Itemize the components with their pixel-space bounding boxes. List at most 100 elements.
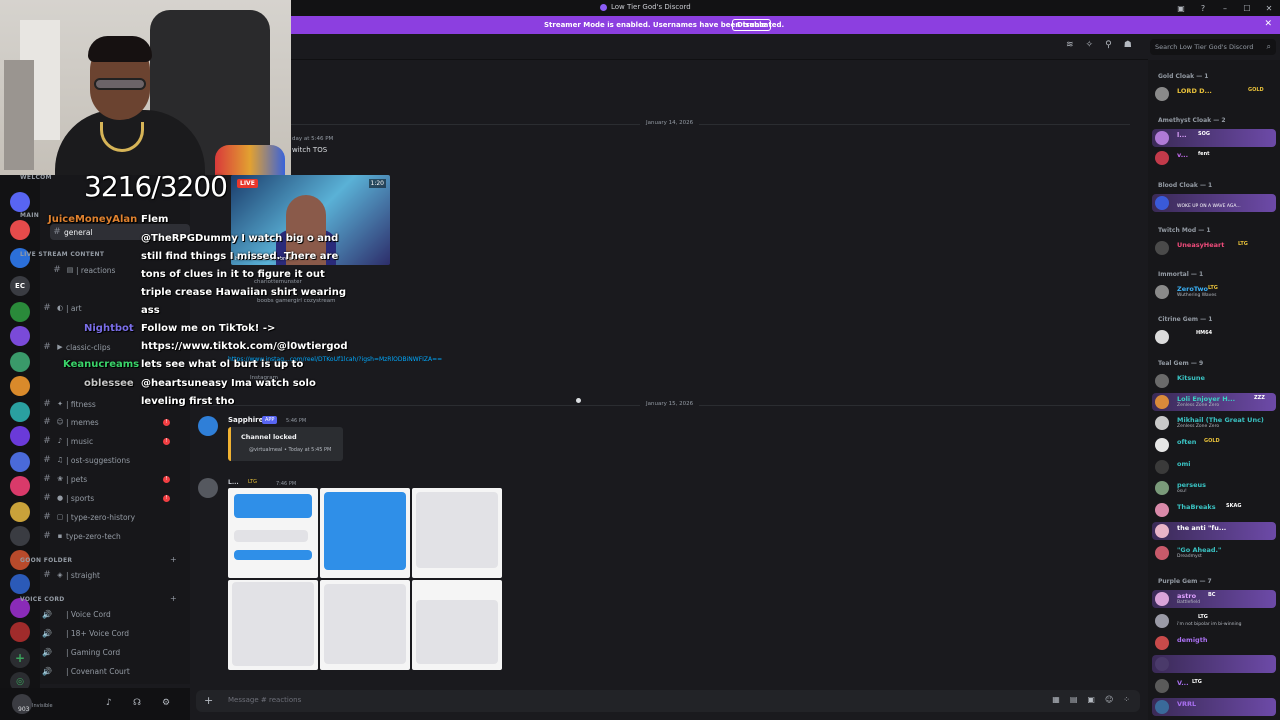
emoji-icon[interactable]: ☺	[1105, 695, 1113, 704]
member-list-icon[interactable]: ☗	[1124, 40, 1132, 50]
voice-channel-18-voice-cord[interactable]: 🔊 | 18+ Voice Cord	[40, 625, 180, 641]
gift-icon[interactable]: ▦	[1052, 695, 1060, 704]
notification-bell-icon[interactable]: ✧	[1086, 40, 1094, 50]
server-icon[interactable]	[10, 526, 30, 546]
member-item[interactable]: Mikhail (The Great Unc) Zenless Zone Zero	[1152, 414, 1276, 432]
server-icon[interactable]	[10, 376, 30, 396]
settings-gear-icon[interactable]: ⚙	[162, 698, 170, 708]
server-icon[interactable]	[10, 192, 30, 212]
server-icon[interactable]	[10, 402, 30, 422]
member-item[interactable]: Loli Enjoyer H... ZZZ Zenless Zone Zero	[1152, 393, 1276, 411]
member-name: Mikhail (The Great Unc)	[1177, 416, 1264, 424]
server-icon[interactable]	[10, 220, 30, 240]
image-gallery[interactable]	[228, 488, 504, 672]
threads-icon[interactable]: ≋	[1066, 40, 1074, 50]
member-tag: LTG	[1208, 285, 1218, 291]
add-channel-icon[interactable]: +	[170, 594, 177, 603]
category-live-stream-content[interactable]: LIVE STREAM CONTENT	[20, 251, 104, 258]
member-item[interactable]: ZeroTwo LTG Wuthering Waves	[1152, 283, 1276, 301]
avatar[interactable]	[198, 478, 218, 498]
headphones-icon[interactable]: ☊	[133, 698, 141, 708]
member-item[interactable]: v... fent	[1152, 149, 1276, 167]
avatar	[1155, 700, 1169, 714]
help-icon[interactable]: ?	[1192, 0, 1214, 16]
disable-streamer-mode-button[interactable]: Disable	[732, 19, 772, 31]
member-tag: SKAG	[1226, 503, 1242, 509]
screenshot-image[interactable]	[320, 580, 410, 670]
server-icon[interactable]	[10, 426, 30, 446]
member-item[interactable]: Kitsune	[1152, 372, 1276, 390]
member-item[interactable]: demigth	[1152, 634, 1276, 652]
add-channel-icon[interactable]: +	[170, 555, 177, 564]
apps-icon[interactable]: ⁘	[1123, 695, 1130, 704]
add-server-icon[interactable]: +	[10, 648, 30, 668]
member-item[interactable]: omi	[1152, 458, 1276, 476]
channel-type-zero-tech[interactable]: # ▪ type-zero-tech	[40, 528, 180, 544]
screenshot-image[interactable]	[320, 488, 410, 578]
member-item[interactable]: VRRL	[1152, 698, 1276, 716]
category-goon-folder[interactable]: GOON FOLDER	[20, 557, 72, 564]
voice-channel-voice-cord[interactable]: 🔊 | Voice Cord	[40, 606, 180, 622]
avatar[interactable]	[198, 416, 218, 436]
screenshot-image[interactable]	[412, 488, 502, 578]
member-item[interactable]: often GOLD	[1152, 436, 1276, 454]
server-icon[interactable]	[10, 622, 30, 642]
channel-type-zero-history[interactable]: # ▢ | type-zero-history	[40, 509, 180, 525]
member-item[interactable]: perseus osu!	[1152, 479, 1276, 497]
channel-straight[interactable]: # ◈ | straight	[40, 567, 180, 583]
screenshot-image[interactable]	[228, 488, 318, 578]
server-icon[interactable]	[10, 326, 30, 346]
search-input[interactable]: Search Low Tier God's Discord ⌕	[1150, 39, 1276, 55]
channel-label: | straight	[66, 570, 100, 580]
close-window-icon[interactable]: ✕	[1258, 0, 1280, 16]
history-icon: ▢	[56, 513, 64, 521]
server-icon[interactable]	[10, 574, 30, 594]
member-item[interactable]: LTG i'm not bipolar im bi-winning	[1152, 612, 1276, 630]
live-duration: 1:20	[368, 179, 386, 188]
member-item[interactable]: the anti "fu...	[1152, 522, 1276, 540]
minimize-icon[interactable]: –	[1214, 0, 1236, 16]
screenshot-image[interactable]	[228, 580, 318, 670]
member-item[interactable]: V... LTG	[1152, 677, 1276, 695]
server-icon[interactable]	[10, 452, 30, 472]
server-icon[interactable]	[10, 476, 30, 496]
inbox-icon[interactable]: ▣	[1170, 0, 1192, 16]
member-item[interactable]: "Go Ahead." Dreadmyst	[1152, 544, 1276, 562]
member-item[interactable]: astro BC Battlefield	[1152, 590, 1276, 608]
channel-music[interactable]: # ♪ | music!	[40, 433, 180, 449]
member-item[interactable]: WOKE UP ON A WAVE AGA...	[1152, 194, 1276, 212]
server-icon[interactable]	[10, 302, 30, 322]
gif-icon[interactable]: ▤	[1070, 695, 1078, 704]
attach-plus-icon[interactable]: +	[204, 694, 213, 707]
music-icon: ♪	[57, 437, 63, 445]
channel-ost-suggestions[interactable]: # ♫ | ost-suggestions	[40, 452, 180, 468]
avatar	[1155, 524, 1169, 538]
voice-channel-covenant-court[interactable]: 🔊 | Covenant Court	[40, 663, 180, 679]
member-item[interactable]	[1152, 655, 1276, 673]
category-welcome[interactable]: WELCOM	[20, 174, 52, 181]
channel-memes[interactable]: # ☺ | memes!	[40, 414, 180, 430]
message-author[interactable]: L...	[228, 479, 239, 486]
message-input[interactable]: + Message # reactions ▦ ▤ ▣ ☺ ⁘	[196, 690, 1140, 712]
pin-icon[interactable]: ⚲	[1105, 40, 1112, 50]
member-item[interactable]: UneasyHeart LTG	[1152, 239, 1276, 257]
server-icon-ec[interactable]: EC	[10, 276, 30, 296]
maximize-icon[interactable]: ☐	[1236, 0, 1258, 16]
member-item[interactable]: ThaBreaks SKAG	[1152, 501, 1276, 519]
stream-chat-message: still find things I missed. There are	[141, 251, 339, 262]
member-item[interactable]: LORD D... GOLD	[1152, 85, 1276, 103]
server-icon[interactable]	[10, 502, 30, 522]
member-item[interactable]: l... SOG	[1152, 129, 1276, 147]
server-icon[interactable]	[10, 352, 30, 372]
category-main[interactable]: MAIN	[20, 212, 39, 219]
sticker-icon[interactable]: ▣	[1087, 695, 1095, 704]
message-author[interactable]: Sapphire	[228, 416, 263, 424]
channel-pets[interactable]: # ❀ | pets!	[40, 471, 180, 487]
voice-channel-gaming-cord[interactable]: 🔊 | Gaming Cord	[40, 644, 180, 660]
channel-sports[interactable]: # ● | sports!	[40, 490, 180, 506]
microphone-icon[interactable]: ♪	[106, 698, 112, 708]
screenshot-image[interactable]	[412, 580, 502, 670]
category-voice-cord[interactable]: VOICE CORD	[20, 596, 65, 603]
member-item[interactable]: HM64	[1152, 328, 1276, 346]
close-banner-icon[interactable]: ✕	[1264, 19, 1272, 29]
